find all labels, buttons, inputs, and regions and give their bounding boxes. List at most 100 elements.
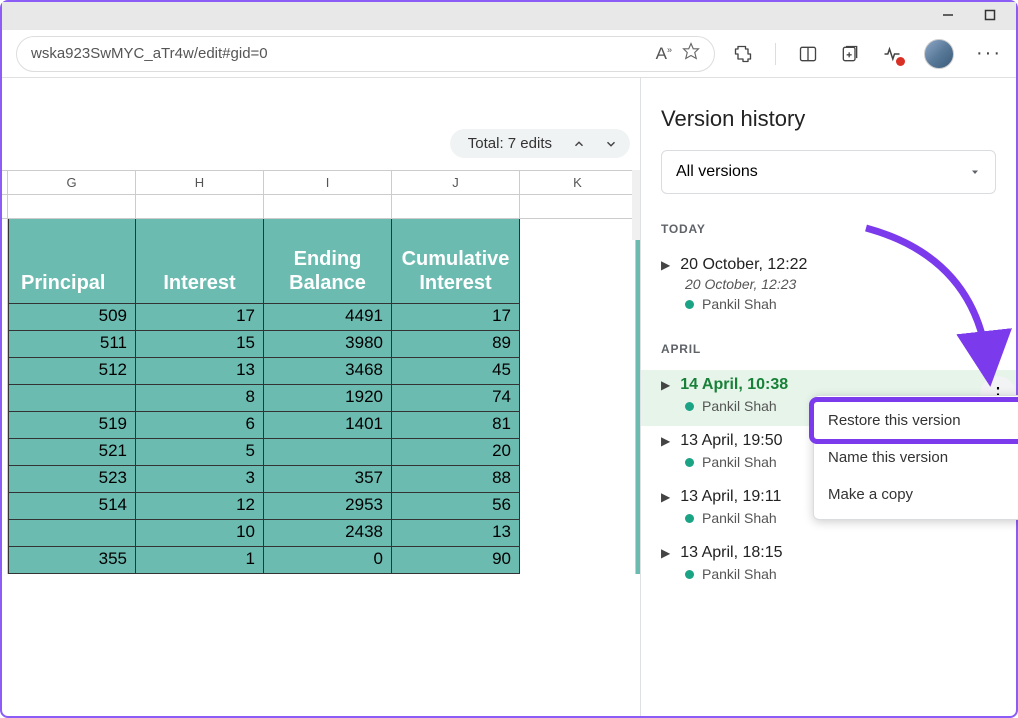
chevron-down-icon (969, 166, 981, 178)
table-cell[interactable] (8, 385, 136, 412)
table-row[interactable]: 51115398089 (2, 331, 640, 358)
favorite-icon[interactable] (682, 42, 700, 65)
table-cell[interactable]: 8 (136, 385, 264, 412)
table-row[interactable]: 8192074 (2, 385, 640, 412)
table-cell[interactable]: 89 (392, 331, 520, 358)
table-row[interactable]: 51412295356 (2, 493, 640, 520)
version-time: 20 October, 12:22 (680, 256, 807, 274)
ctx-make-copy[interactable]: Make a copy (814, 476, 1018, 513)
read-aloud-icon[interactable]: A» (656, 44, 672, 64)
table-row[interactable]: 5196140181 (2, 412, 640, 439)
vertical-scroll-track[interactable] (632, 170, 640, 240)
table-cell[interactable]: 3 (136, 466, 264, 493)
prev-edit-button[interactable] (572, 137, 586, 151)
next-edit-button[interactable] (604, 137, 618, 151)
table-cell[interactable]: 17 (136, 304, 264, 331)
browser-menu-icon[interactable]: ··· (976, 42, 1002, 65)
table-cell[interactable]: 1401 (264, 412, 392, 439)
table-header-row: Principal Interest Ending Balance Cumula… (2, 219, 640, 304)
table-cell[interactable]: 15 (136, 331, 264, 358)
browser-addressbar: wska923SwMYC_aTr4w/edit#gid=0 A» ··· (2, 30, 1016, 78)
table-cell[interactable]: 6 (136, 412, 264, 439)
table-cell[interactable] (264, 439, 392, 466)
versions-filter-dropdown[interactable]: All versions (661, 150, 996, 194)
author-color-dot (685, 514, 694, 523)
table-cell[interactable]: 0 (264, 547, 392, 574)
column-headers-row: G H I J K (2, 170, 640, 195)
table-cell[interactable]: 2953 (264, 493, 392, 520)
table-cell[interactable]: 17 (392, 304, 520, 331)
table-row[interactable]: 51213346845 (2, 358, 640, 385)
ctx-name-version[interactable]: Name this version (814, 439, 1018, 476)
edits-summary-bar: Total: 7 edits (450, 129, 630, 158)
table-cell[interactable]: 357 (264, 466, 392, 493)
profile-avatar[interactable] (924, 39, 954, 69)
table-cell[interactable]: 1920 (264, 385, 392, 412)
minimize-button[interactable] (942, 8, 954, 24)
table-row[interactable]: 50917449117 (2, 304, 640, 331)
table-cell[interactable]: 514 (8, 493, 136, 520)
col-header[interactable]: K (520, 171, 636, 194)
table-row[interactable]: 10243813 (2, 520, 640, 547)
table-cell[interactable]: 4491 (264, 304, 392, 331)
edits-total-label: Total: 7 edits (468, 135, 552, 152)
performance-icon[interactable] (882, 44, 902, 64)
col-header[interactable]: H (136, 171, 264, 194)
version-subtitle: 20 October, 12:23 (685, 276, 996, 292)
table-cell[interactable]: 521 (8, 439, 136, 466)
expand-toggle-icon[interactable]: ▶ (661, 378, 670, 392)
table-cell[interactable]: 2438 (264, 520, 392, 547)
table-cell[interactable]: 509 (8, 304, 136, 331)
table-cell[interactable]: 13 (392, 520, 520, 547)
section-april: APRIL (661, 342, 996, 356)
spreadsheet-grid[interactable]: G H I J K Principal Interest Ending Bala… (2, 170, 640, 574)
table-cell[interactable]: 90 (392, 547, 520, 574)
col-header[interactable]: J (392, 171, 520, 194)
url-field[interactable]: wska923SwMYC_aTr4w/edit#gid=0 A» (16, 36, 715, 72)
table-cell[interactable]: 45 (392, 358, 520, 385)
table-cell[interactable]: 3468 (264, 358, 392, 385)
table-cell[interactable]: 20 (392, 439, 520, 466)
table-cell[interactable]: 355 (8, 547, 136, 574)
version-item[interactable]: ▶ 13 April, 18:15 Pankil Shah (661, 538, 996, 594)
table-cell[interactable]: 56 (392, 493, 520, 520)
table-cell[interactable]: 13 (136, 358, 264, 385)
expand-toggle-icon[interactable]: ▶ (661, 490, 670, 504)
window-titlebar (2, 2, 1016, 30)
expand-toggle-icon[interactable]: ▶ (661, 258, 670, 272)
table-cell[interactable]: 512 (8, 358, 136, 385)
collections-icon[interactable] (840, 44, 860, 64)
empty-row[interactable] (2, 195, 640, 219)
table-cell[interactable]: 10 (136, 520, 264, 547)
table-row[interactable]: 5215 20 (2, 439, 640, 466)
version-item[interactable]: ▶ 20 October, 12:22 20 October, 12:23 Pa… (661, 250, 996, 324)
table-cell[interactable]: 81 (392, 412, 520, 439)
table-cell[interactable] (8, 520, 136, 547)
table-cell[interactable]: 12 (136, 493, 264, 520)
table-cell[interactable]: 519 (8, 412, 136, 439)
table-cell[interactable]: 74 (392, 385, 520, 412)
table-row[interactable]: 523335788 (2, 466, 640, 493)
toolbar-divider (775, 43, 776, 65)
author-color-dot (685, 300, 694, 309)
author-color-dot (685, 458, 694, 467)
dropdown-label: All versions (676, 163, 758, 181)
table-cell[interactable]: 523 (8, 466, 136, 493)
url-text: wska923SwMYC_aTr4w/edit#gid=0 (31, 45, 646, 62)
ctx-restore-version[interactable]: Restore this version (814, 402, 1018, 439)
table-row[interactable]: 3551090 (2, 547, 640, 574)
table-cell[interactable]: 1 (136, 547, 264, 574)
extensions-icon[interactable] (733, 44, 753, 64)
col-header[interactable]: G (8, 171, 136, 194)
maximize-button[interactable] (984, 8, 996, 24)
table-cell[interactable]: 3980 (264, 331, 392, 358)
table-cell[interactable]: 88 (392, 466, 520, 493)
expand-toggle-icon[interactable]: ▶ (661, 546, 670, 560)
col-header[interactable]: I (264, 171, 392, 194)
spreadsheet-area: Total: 7 edits G H I J K (2, 78, 640, 716)
version-time: 13 April, 18:15 (680, 544, 782, 562)
table-cell[interactable]: 5 (136, 439, 264, 466)
table-cell[interactable]: 511 (8, 331, 136, 358)
expand-toggle-icon[interactable]: ▶ (661, 434, 670, 448)
split-screen-icon[interactable] (798, 44, 818, 64)
